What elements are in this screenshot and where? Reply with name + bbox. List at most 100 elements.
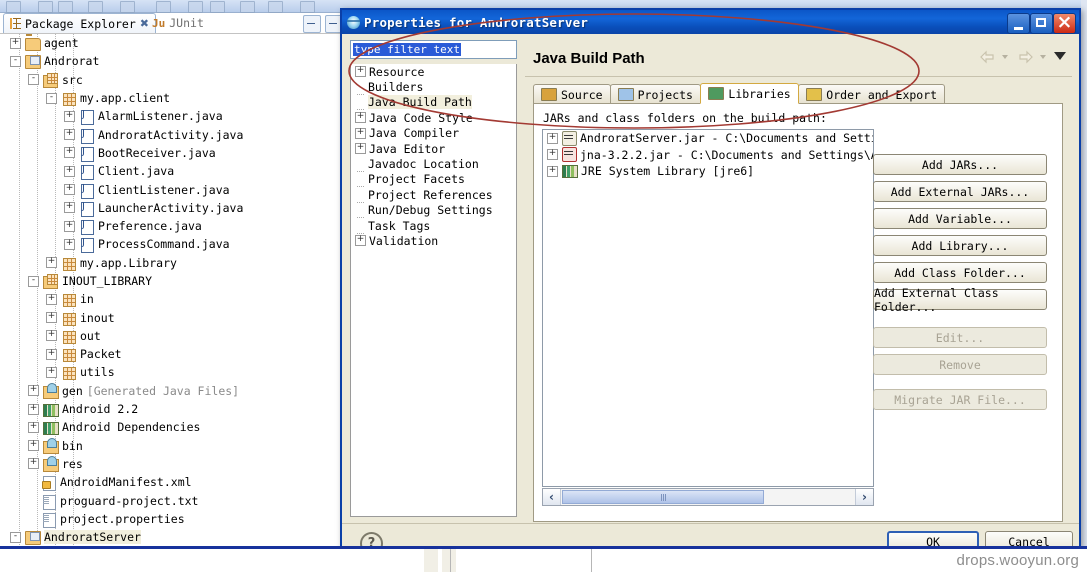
button-add-external-jars[interactable]: Add External JARs... [873,181,1047,202]
nav-item-run-debug-settings[interactable]: Run/Debug Settings [351,203,516,219]
button-add-class-folder[interactable]: Add Class Folder... [873,262,1047,283]
tab-libraries[interactable]: Libraries [700,83,799,104]
generated-folder-icon [43,439,59,454]
expand-icon[interactable]: + [547,165,558,177]
source-folder-icon [43,73,58,88]
scroll-grip-icon[interactable] [562,490,764,504]
collapse-icon[interactable]: - [46,92,57,104]
jar-list-horizontal-scrollbar[interactable]: ‹ › [542,488,874,506]
minimize-view-button[interactable] [303,15,321,33]
scroll-right-icon[interactable]: › [855,489,873,505]
expand-icon[interactable]: + [46,348,57,360]
filter-input-value: type filter text [353,43,461,56]
tab-junit[interactable]: Ju JUnit [146,13,210,33]
button-add-jars[interactable]: Add JARs... [873,154,1047,175]
expand-icon[interactable]: + [46,257,57,269]
expand-icon[interactable]: + [64,220,75,232]
toolbar-icon[interactable] [210,1,225,13]
minimize-icon[interactable] [1007,13,1030,34]
nav-item-task-tags[interactable]: Task Tags [351,218,516,234]
maximize-icon[interactable] [1030,13,1053,34]
expand-icon[interactable]: + [355,235,366,247]
collapse-icon[interactable]: - [28,275,39,287]
expand-icon[interactable]: + [64,129,75,141]
editor-tab[interactable] [424,549,438,572]
back-arrow-caret-icon[interactable] [1002,55,1008,59]
expand-icon[interactable]: + [64,184,75,196]
nav-item-java-compiler[interactable]: + Java Compiler [351,126,516,141]
expand-icon[interactable]: + [64,202,75,214]
expand-icon[interactable]: + [28,440,39,452]
button-label: Add Class Folder... [894,265,1026,280]
toolbar-icon[interactable] [188,1,203,13]
expand-icon[interactable]: + [355,127,366,139]
expand-icon[interactable]: + [64,238,75,250]
expand-icon[interactable]: + [46,330,57,342]
toolbar-icon[interactable] [300,1,315,13]
expand-icon[interactable]: + [28,458,39,470]
expand-icon[interactable]: + [547,149,558,161]
nav-item-builders[interactable]: Builders [351,79,516,96]
toolbar-icon[interactable] [268,1,283,13]
expand-icon[interactable]: + [355,143,366,155]
nav-item-java-code-style[interactable]: + Java Code Style [351,110,516,125]
toolbar-icon[interactable] [38,1,53,13]
jar-list-item[interactable]: + JRE System Library [jre6] [543,163,873,180]
collapse-icon[interactable]: - [28,74,39,86]
tab-package-explorer[interactable]: Package Explorer ✖ [3,13,156,33]
preferences-nav-tree[interactable]: + Resource Builders Java Build Path + Java Co… [350,64,517,517]
java-file-icon [79,219,94,236]
expand-icon[interactable]: + [355,66,366,78]
tree-item-label: Preference.java [98,219,202,234]
back-arrow-icon[interactable] [979,50,996,64]
expand-icon[interactable]: + [28,403,39,415]
nav-item-project-facets[interactable]: Project Facets [351,172,516,188]
filter-input[interactable]: type filter text [350,40,517,59]
tab-source[interactable]: Source [533,84,611,104]
expand-icon[interactable]: + [28,385,39,397]
jar-list-item[interactable]: + jna-3.2.2.jar - C:\Documents and Settin… [543,147,873,164]
tab-order-and-export[interactable]: Order and Export [798,84,946,104]
close-icon[interactable] [1053,11,1076,34]
nav-item-resource[interactable]: + Resource [351,64,516,79]
expand-icon[interactable]: + [64,110,75,122]
chevron-down-icon[interactable] [1054,52,1066,60]
jar-list[interactable]: + AndroratServer.jar - C:\Documents and S… [542,129,874,487]
expand-icon[interactable]: + [10,37,21,49]
toolbar-icon[interactable] [6,1,21,13]
expand-icon[interactable]: + [46,366,57,378]
expand-icon[interactable]: + [64,165,75,177]
text-file-icon [41,494,56,510]
collapse-icon[interactable]: - [10,531,21,543]
toolbar-icon[interactable] [58,1,73,13]
button-add-external-class-folder[interactable]: Add External Class Folder... [873,286,1047,314]
build-path-tab-strip[interactable]: Source Projects Libraries Order and Export [533,83,1063,104]
toolbar-icon[interactable] [156,1,171,13]
nav-item-java-build-path[interactable]: Java Build Path [351,95,516,111]
nav-item-java-editor[interactable]: + Java Editor [351,141,516,156]
expand-icon[interactable]: + [46,293,57,305]
tab-projects[interactable]: Projects [609,84,701,104]
dialog-title-bar[interactable]: Properties for AndroratServer [342,10,1079,34]
nav-item-project-references[interactable]: Project References [351,187,516,203]
button-add-variable[interactable]: Add Variable... [873,208,1047,229]
forward-arrow-caret-icon[interactable] [1040,55,1046,59]
editor-tab[interactable] [442,549,456,572]
expand-icon[interactable]: + [64,147,75,159]
java-file-icon [79,237,94,254]
scroll-left-icon[interactable]: ‹ [543,489,561,505]
expand-icon[interactable]: + [28,421,39,433]
toolbar-icon[interactable] [88,1,103,13]
forward-arrow-icon[interactable] [1017,50,1034,64]
nav-item-validation[interactable]: + Validation [351,233,516,248]
nav-item-javadoc-location[interactable]: Javadoc Location [351,156,516,173]
expand-icon[interactable]: + [355,112,366,124]
jar-list-item[interactable]: + AndroratServer.jar - C:\Documents and S… [543,130,873,147]
button-add-library[interactable]: Add Library... [873,235,1047,256]
toolbar-icon[interactable] [240,1,255,13]
tree-item-label: bin [62,438,83,453]
collapse-icon[interactable]: - [10,55,21,67]
expand-icon[interactable]: + [46,312,57,324]
expand-icon[interactable]: + [547,132,558,144]
toolbar-icon[interactable] [120,1,135,13]
